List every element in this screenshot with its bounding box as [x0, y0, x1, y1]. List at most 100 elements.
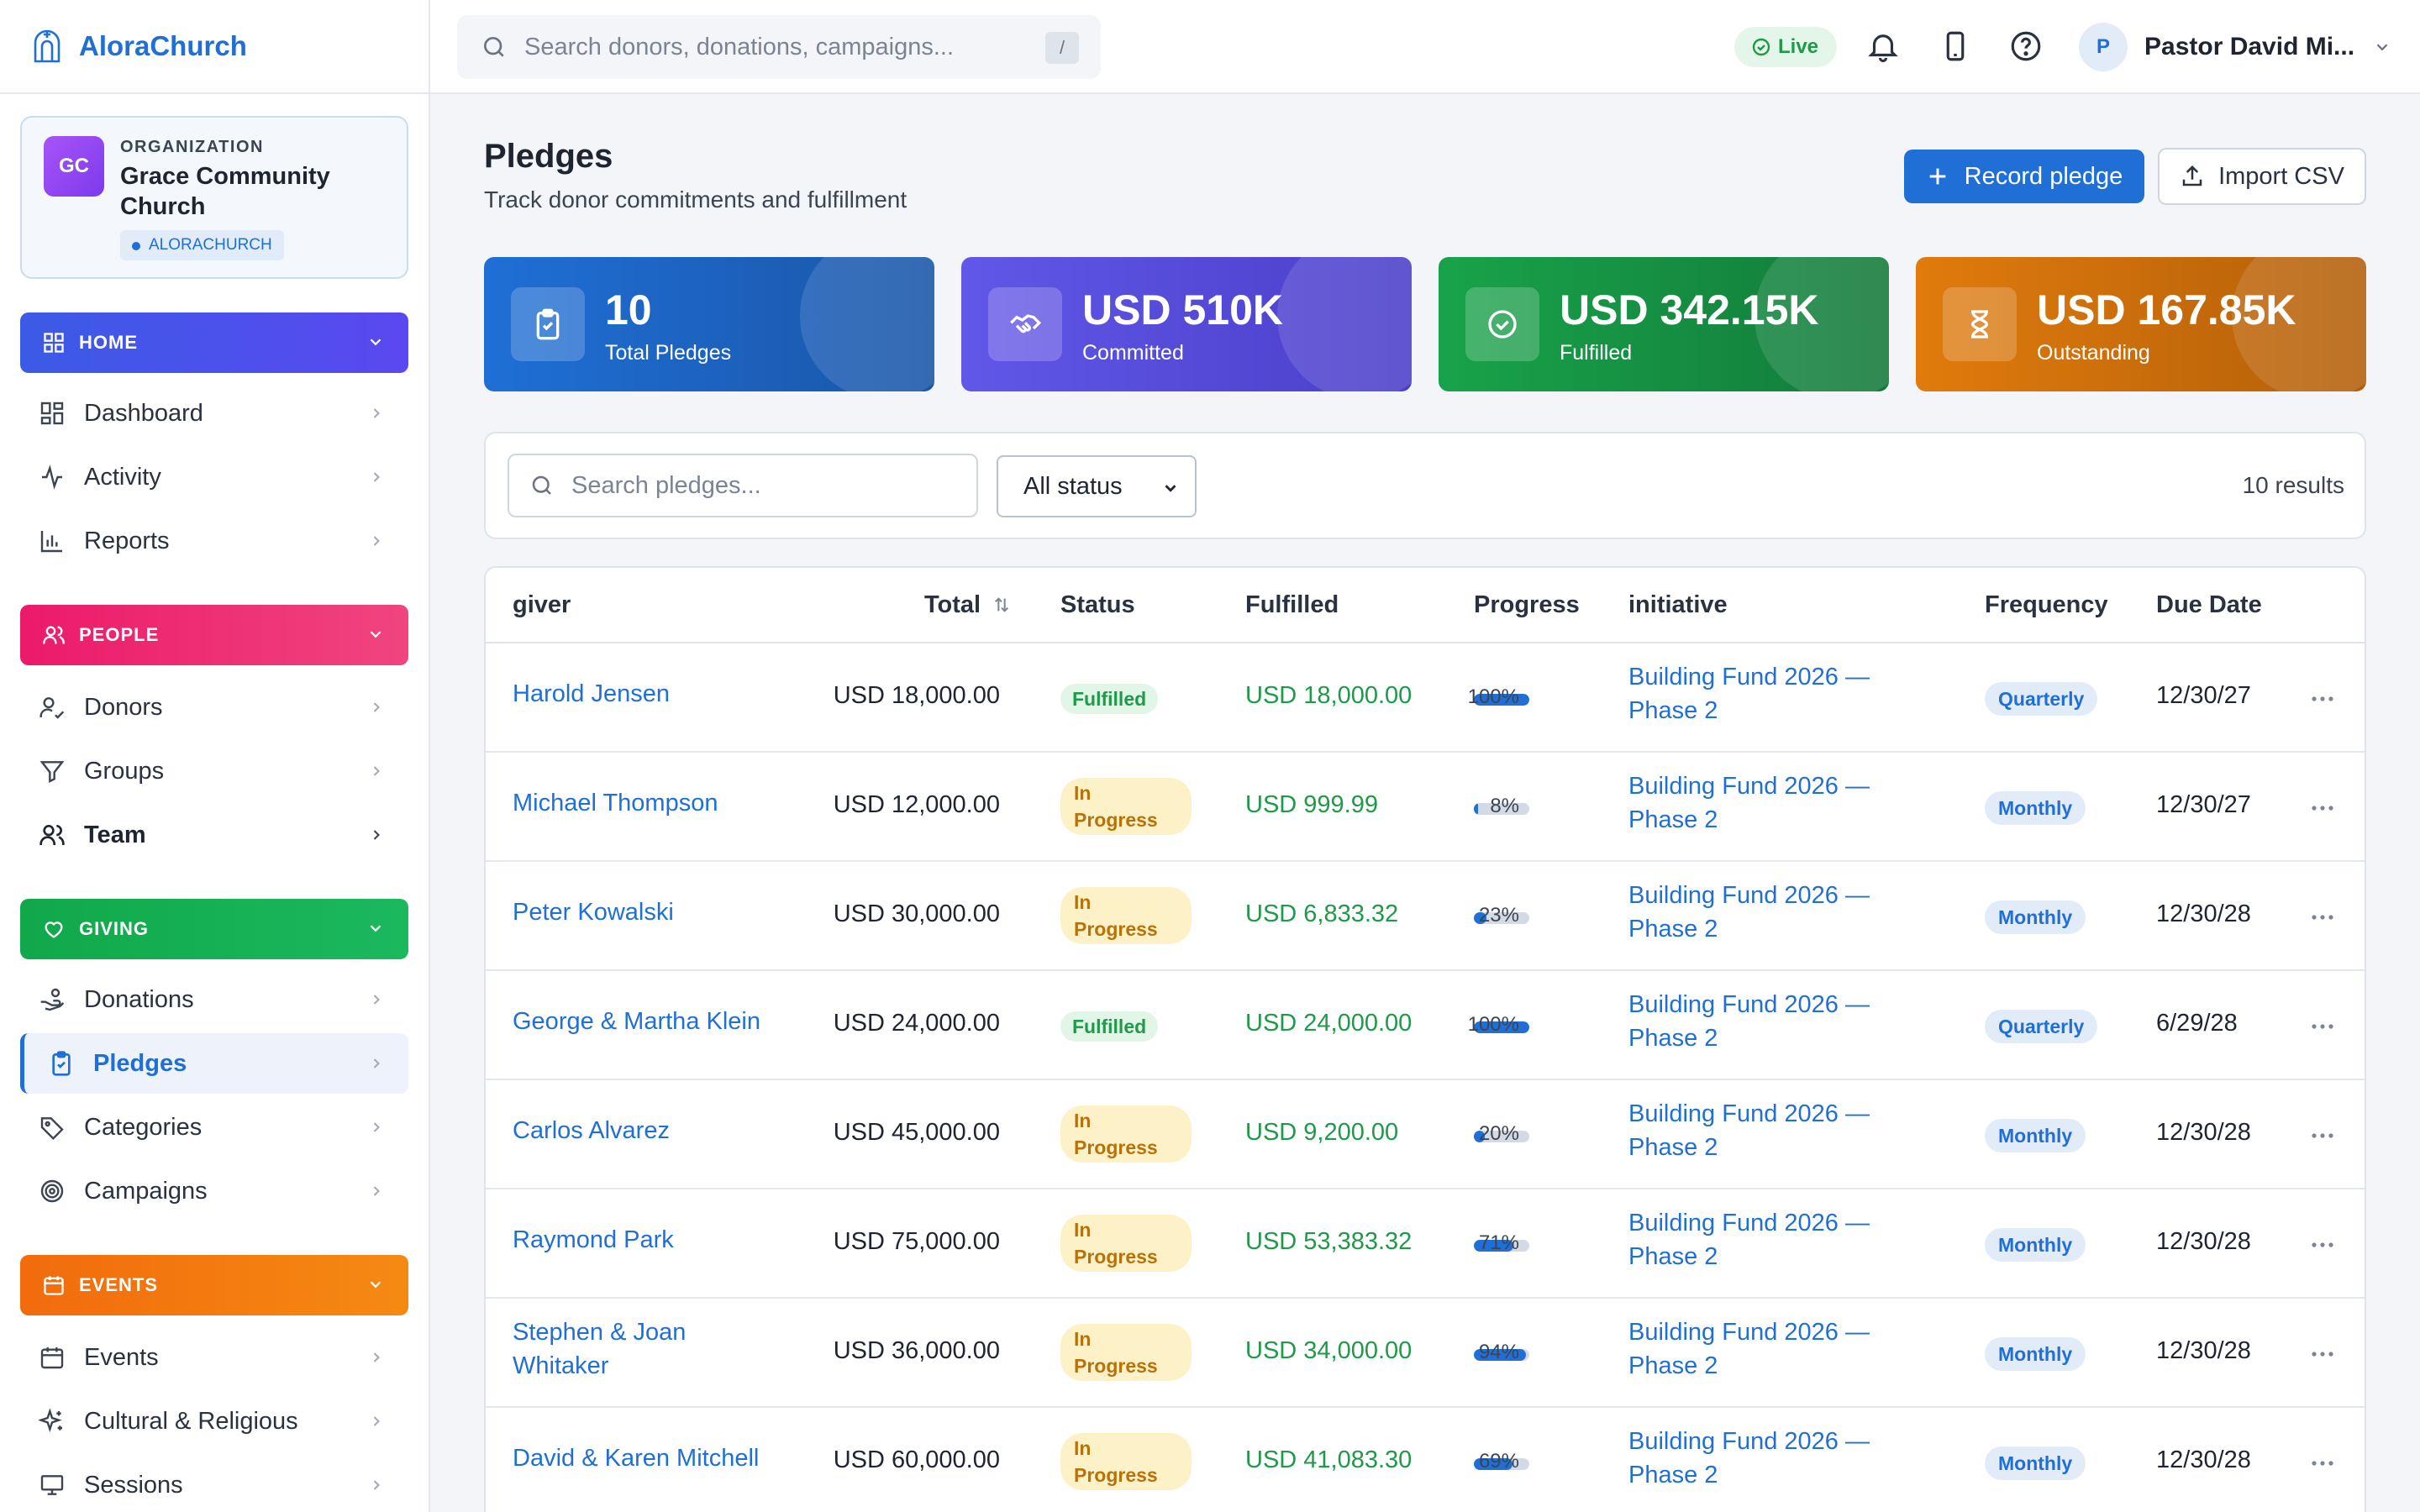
initiative-link[interactable]: Building Fund 2026 — Phase 2 — [1628, 769, 1914, 837]
status-filter-value: All status — [1023, 472, 1123, 500]
initiative-link[interactable]: Building Fund 2026 — Phase 2 — [1628, 988, 1914, 1055]
table-row[interactable]: Carlos Alvarez USD 45,000.00 In Progress… — [486, 1080, 2365, 1189]
sidebar-item-cultural-religious[interactable]: Cultural & Religious — [20, 1391, 408, 1452]
table-row[interactable]: Stephen & Joan Whitaker USD 36,000.00 In… — [486, 1299, 2365, 1408]
initiative-link[interactable]: Building Fund 2026 — Phase 2 — [1628, 1315, 1914, 1383]
more-actions-icon[interactable] — [2311, 1242, 2334, 1248]
initiative-link[interactable]: Building Fund 2026 — Phase 2 — [1628, 1206, 1914, 1273]
plus-icon — [1929, 168, 1946, 185]
chevron-right-icon — [373, 472, 380, 482]
fulfilled-amount: USD 34,000.00 — [1245, 1337, 1413, 1364]
sort-icon — [995, 597, 1009, 612]
sidebar-item-categories[interactable]: Categories — [20, 1097, 408, 1158]
stat-label: Fulfilled — [1560, 341, 1633, 365]
table-row[interactable]: Peter Kowalski USD 30,000.00 In Progress… — [486, 862, 2365, 971]
giver-link[interactable]: George & Martha Klein — [513, 1005, 781, 1038]
team-icon — [39, 825, 65, 845]
giver-link[interactable]: Carlos Alvarez — [513, 1114, 781, 1147]
column-header-frequency[interactable]: Frequency — [1985, 591, 2108, 619]
section-people[interactable]: PEOPLE — [20, 605, 408, 665]
fulfilled-amount: USD 18,000.00 — [1245, 682, 1413, 709]
pledge-search-input[interactable]: Search pledges... — [508, 454, 978, 517]
table-row[interactable]: Raymond Park USD 75,000.00 In Progress U… — [486, 1189, 2365, 1299]
column-header-giver[interactable]: giver — [513, 591, 571, 619]
table-row[interactable]: George & Martha Klein USD 24,000.00 Fulf… — [486, 971, 2365, 1080]
chevron-down-icon — [370, 925, 381, 932]
filter-bar: Search pledges... All status 10 results — [484, 432, 2366, 539]
more-actions-icon[interactable] — [2311, 805, 2334, 811]
giver-link[interactable]: Peter Kowalski — [513, 895, 781, 929]
user-name: Pastor David Mi... — [2144, 33, 2355, 60]
sidebar-item-activity[interactable]: Activity — [20, 447, 408, 507]
chevron-right-icon — [373, 1122, 380, 1132]
section-events[interactable]: EVENTS — [20, 1255, 408, 1315]
sidebar-item-reports[interactable]: Reports — [20, 511, 408, 571]
initiative-link[interactable]: Building Fund 2026 — Phase 2 — [1628, 660, 1914, 727]
frequency-badge: Quarterly — [1985, 1010, 2098, 1043]
initiative-link[interactable]: Building Fund 2026 — Phase 2 — [1628, 879, 1914, 946]
sidebar-item-sessions[interactable]: Sessions — [20, 1455, 408, 1512]
chevron-right-icon — [373, 702, 380, 712]
fulfilled-amount: USD 41,083.30 — [1245, 1446, 1413, 1473]
import-csv-label: Import CSV — [2218, 162, 2344, 190]
heart-hand-icon — [45, 921, 63, 938]
sidebar-item-label: Groups — [84, 757, 165, 785]
organization-card[interactable]: GC ORGANIZATION Grace Community Church A… — [20, 116, 408, 279]
initiative-link[interactable]: Building Fund 2026 — Phase 2 — [1628, 1425, 1914, 1492]
more-actions-icon[interactable] — [2311, 914, 2334, 921]
giver-link[interactable]: Michael Thompson — [513, 786, 781, 820]
column-header-progress[interactable]: Progress — [1474, 591, 1580, 619]
sidebar-item-donors[interactable]: Donors — [20, 677, 408, 738]
initiative-link[interactable]: Building Fund 2026 — Phase 2 — [1628, 1097, 1914, 1164]
grid-icon — [44, 333, 64, 353]
column-header-initiative[interactable]: initiative — [1628, 591, 1728, 619]
status-filter-select[interactable]: All status — [997, 455, 1197, 517]
table-row[interactable]: Harold Jensen USD 18,000.00 Fulfilled US… — [486, 643, 2365, 753]
more-actions-icon[interactable] — [2311, 1023, 2334, 1030]
section-giving[interactable]: GIVING — [20, 899, 408, 959]
progress-bar-fill — [1474, 803, 1479, 815]
section-home[interactable]: HOME — [20, 312, 408, 373]
brand[interactable]: AloraChurch — [0, 0, 429, 94]
table-row[interactable]: Michael Thompson USD 12,000.00 In Progre… — [486, 753, 2365, 862]
sidebar-item-team[interactable]: Team — [20, 805, 408, 865]
status-badge: In Progress — [1060, 1324, 1192, 1381]
giver-link[interactable]: David & Karen Mitchell — [513, 1441, 781, 1475]
sidebar-item-pledges[interactable]: Pledges — [20, 1033, 408, 1094]
column-header-status[interactable]: Status — [1060, 591, 1135, 619]
sidebar-item-events[interactable]: Events — [20, 1327, 408, 1388]
bell-icon[interactable] — [1865, 29, 1901, 64]
chevron-right-icon — [373, 766, 380, 776]
giver-link[interactable]: Harold Jensen — [513, 677, 781, 711]
sidebar-item-campaigns[interactable]: Campaigns — [20, 1161, 408, 1221]
column-header-total[interactable]: Total — [924, 591, 1011, 619]
search-icon — [484, 37, 504, 57]
more-actions-icon[interactable] — [2311, 696, 2334, 702]
column-header-fulfilled[interactable]: Fulfilled — [1245, 591, 1339, 619]
giver-link[interactable]: Raymond Park — [513, 1223, 781, 1257]
check-circle-icon — [1488, 310, 1517, 339]
import-csv-button[interactable]: Import CSV — [2158, 148, 2366, 205]
more-actions-icon[interactable] — [2311, 1132, 2334, 1139]
chevron-down-icon — [370, 339, 381, 346]
due-date: 12/30/28 — [2156, 1228, 2251, 1255]
chevron-down-icon — [2376, 44, 2388, 51]
sidebar: AloraChurch GC ORGANIZATION Grace Commun… — [0, 0, 430, 1512]
sidebar-item-dashboard[interactable]: Dashboard — [20, 383, 408, 444]
more-actions-icon[interactable] — [2311, 1460, 2334, 1467]
column-header-due-date[interactable]: Due Date — [2156, 591, 2262, 619]
global-search-input[interactable]: Search donors, donations, campaigns... / — [457, 15, 1101, 79]
table-row[interactable]: David & Karen Mitchell USD 60,000.00 In … — [486, 1408, 2365, 1512]
sidebar-item-label: Team — [84, 821, 146, 848]
record-pledge-button[interactable]: Record pledge — [1904, 150, 2144, 203]
sidebar-item-label: Cultural & Religious — [84, 1407, 298, 1435]
sparkles-icon — [39, 1408, 62, 1433]
sidebar-item-groups[interactable]: Groups — [20, 741, 408, 801]
mobile-icon[interactable] — [1938, 29, 1973, 64]
user-menu[interactable]: P Pastor David Mi... — [2079, 22, 2391, 72]
sidebar-item-donations[interactable]: Donations — [20, 969, 408, 1030]
help-icon[interactable] — [2008, 29, 2044, 64]
more-actions-icon[interactable] — [2311, 1351, 2334, 1357]
giver-link[interactable]: Stephen & Joan Whitaker — [513, 1315, 781, 1383]
sidebar-item-label: Reports — [84, 527, 170, 554]
